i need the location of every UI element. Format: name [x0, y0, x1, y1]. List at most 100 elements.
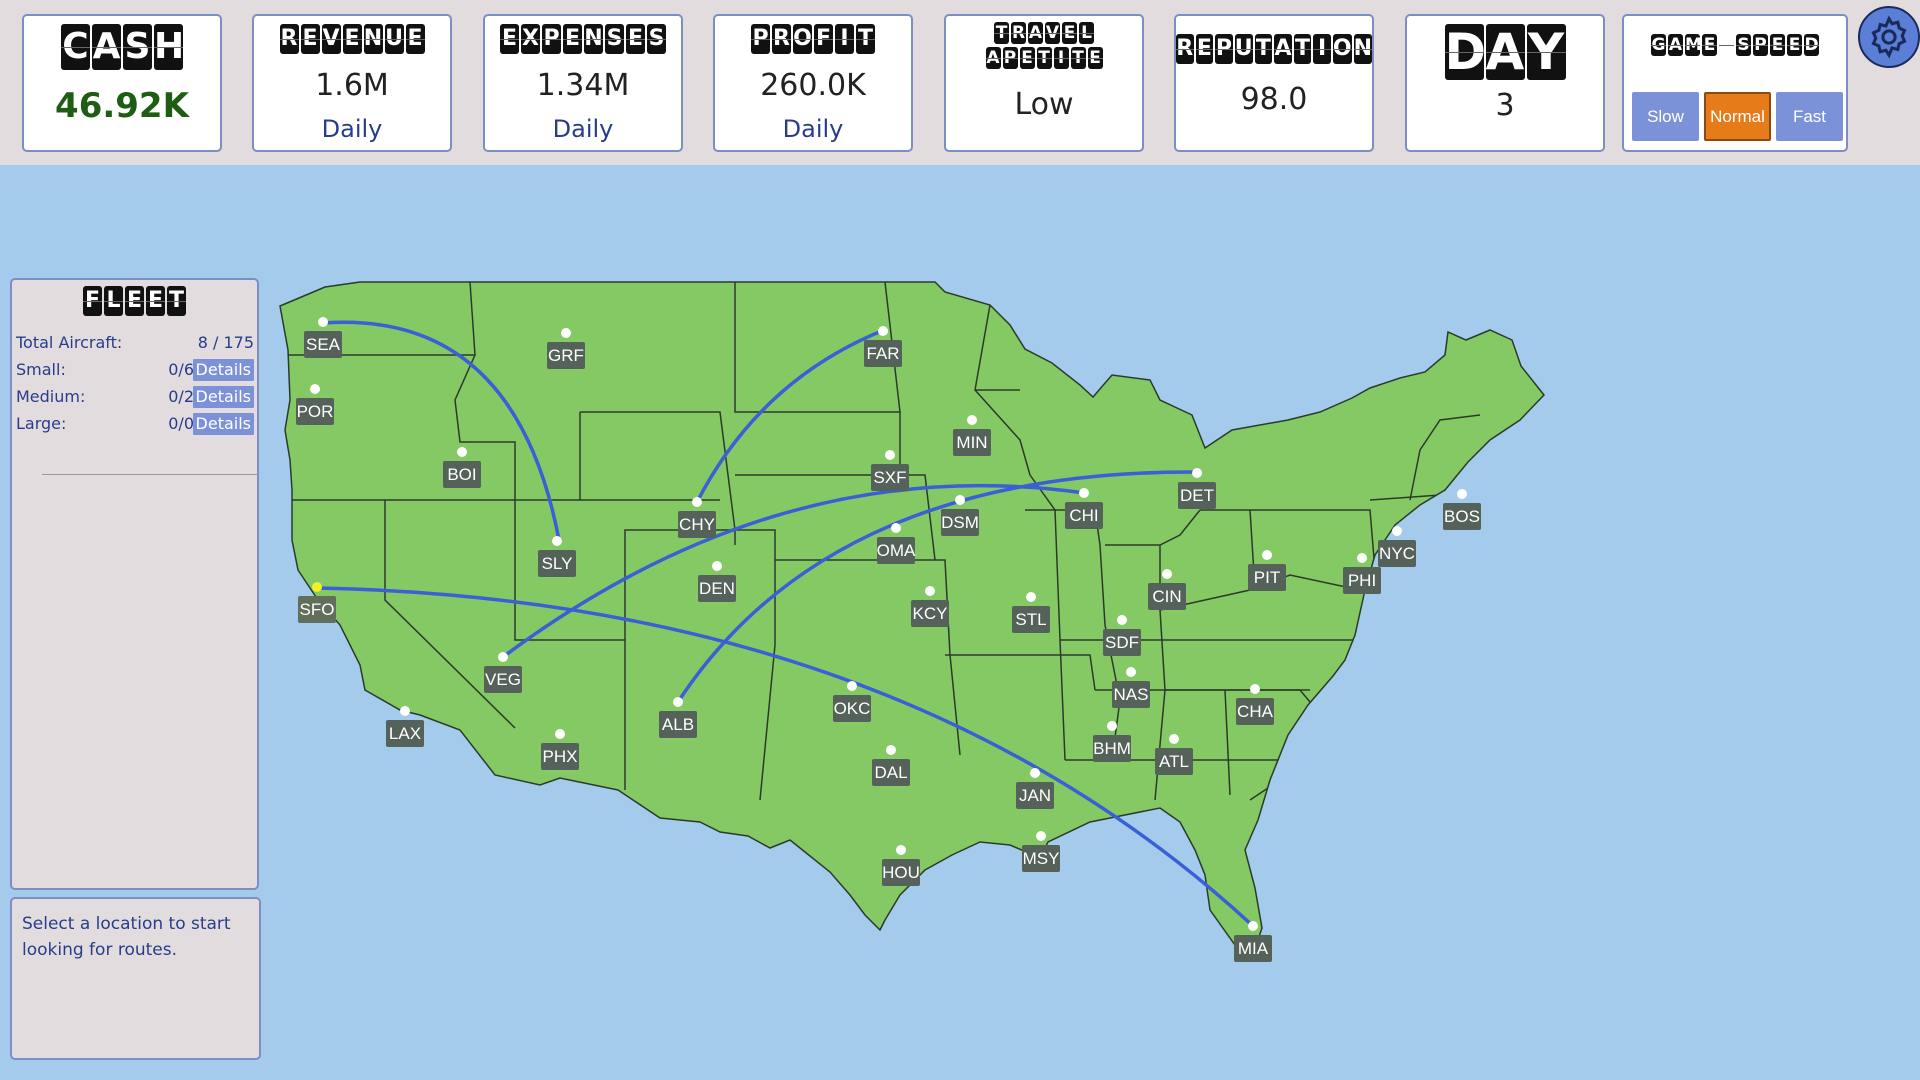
city-label[interactable]: PHX — [543, 747, 578, 766]
city-dot[interactable] — [673, 697, 683, 707]
city-label[interactable]: HOU — [882, 863, 920, 882]
city-label[interactable]: DET — [1180, 486, 1214, 505]
city-label[interactable]: MIN — [956, 433, 987, 452]
city-label[interactable]: POR — [297, 402, 334, 421]
flap-tile: N — [584, 24, 603, 54]
city-dot[interactable] — [498, 652, 508, 662]
flap-tile: D — [1804, 34, 1819, 56]
city-label[interactable]: OKC — [834, 699, 871, 718]
city-dot[interactable] — [896, 845, 906, 855]
city-dot[interactable] — [955, 495, 965, 505]
speed-normal-button[interactable]: Normal — [1704, 92, 1771, 141]
city-dot[interactable] — [692, 497, 702, 507]
us-route-map[interactable]: SEA POR BOI GRF FAR MIN SXF CHY SLY DSM OMA CHI DET B… — [0, 165, 1920, 1080]
fleet-small-details-button[interactable]: Details — [192, 359, 254, 381]
city-label[interactable]: VEG — [485, 670, 521, 689]
city-dot[interactable] — [1079, 488, 1089, 498]
speed-slow-button[interactable]: Slow — [1632, 92, 1699, 141]
city-label[interactable]: LAX — [389, 724, 421, 743]
city-dot[interactable] — [1162, 569, 1172, 579]
city-dot[interactable] — [555, 729, 565, 739]
city-label[interactable]: DEN — [699, 579, 735, 598]
city-dot[interactable] — [885, 450, 895, 460]
fleet-large-details-button[interactable]: Details — [192, 413, 254, 435]
city-dot[interactable] — [312, 582, 322, 592]
cash-title: CASH — [24, 24, 220, 70]
city-label[interactable]: BOI — [447, 465, 476, 484]
city-dot[interactable] — [1107, 721, 1117, 731]
city-label[interactable]: SXF — [873, 468, 906, 487]
city-label[interactable]: PIT — [1254, 568, 1280, 587]
flap-tile: V — [1045, 22, 1060, 44]
settings-button[interactable] — [1858, 6, 1920, 68]
flap-tile: A — [1274, 34, 1292, 64]
city-dot[interactable] — [1457, 489, 1467, 499]
city-label[interactable]: STL — [1015, 610, 1046, 629]
city-dot[interactable] — [1248, 921, 1258, 931]
city-dot[interactable] — [1250, 684, 1260, 694]
reputation-title: REPUTATION — [1175, 34, 1373, 64]
city-label[interactable]: BHM — [1093, 739, 1131, 758]
city-label[interactable]: MIA — [1238, 939, 1269, 958]
city-label[interactable]: PHI — [1348, 571, 1376, 590]
city-label[interactable]: JAN — [1019, 786, 1051, 805]
city-label[interactable]: DAL — [874, 763, 907, 782]
flap-tile: G — [1651, 34, 1666, 56]
city-label[interactable]: CHY — [679, 515, 715, 534]
game-speed-title: GAME SPEED — [1624, 34, 1846, 56]
city-dot[interactable] — [561, 328, 571, 338]
city-dot[interactable] — [1026, 592, 1036, 602]
profit-title: PROFIT — [715, 24, 911, 54]
city-dot[interactable] — [1192, 468, 1202, 478]
city-dot[interactable] — [712, 561, 722, 571]
city-dot[interactable] — [457, 447, 467, 457]
city-label[interactable]: BOS — [1444, 507, 1480, 526]
gear-icon — [1871, 15, 1907, 59]
city-label[interactable]: SFO — [300, 600, 335, 619]
city-bos[interactable]: BOS — [1443, 489, 1481, 530]
flap-tile: A — [1485, 23, 1525, 81]
city-label[interactable]: GRF — [548, 346, 584, 365]
city-label[interactable]: NYC — [1379, 544, 1415, 563]
city-label[interactable]: MSY — [1023, 849, 1060, 868]
city-label[interactable]: CIN — [1152, 587, 1181, 606]
city-dot[interactable] — [1117, 615, 1127, 625]
speed-fast-button[interactable]: Fast — [1776, 92, 1843, 141]
city-dot[interactable] — [847, 681, 857, 691]
city-dot[interactable] — [1126, 667, 1136, 677]
city-dot[interactable] — [310, 384, 320, 394]
city-dot[interactable] — [1030, 768, 1040, 778]
city-dot[interactable] — [891, 523, 901, 533]
city-label[interactable]: SDF — [1105, 633, 1139, 652]
city-dot[interactable] — [1036, 831, 1046, 841]
flap-tile: O — [1332, 34, 1352, 64]
city-label[interactable]: ALB — [662, 715, 694, 734]
city-label[interactable]: SLY — [542, 554, 573, 573]
city-label[interactable]: FAR — [866, 344, 899, 363]
travel-appetite-panel: TRAVEL APETITE Low — [944, 14, 1144, 152]
flap-tile: T — [167, 286, 186, 316]
city-dot[interactable] — [400, 706, 410, 716]
expenses-panel: EXPENSES 1.34M Daily — [483, 14, 683, 152]
city-dot[interactable] — [886, 745, 896, 755]
city-label[interactable]: ATL — [1159, 752, 1189, 771]
city-label[interactable]: CHA — [1237, 702, 1274, 721]
city-label[interactable]: CHI — [1069, 506, 1098, 525]
city-label[interactable]: SEA — [306, 335, 341, 354]
city-label[interactable]: OMA — [877, 541, 916, 560]
city-label[interactable]: KCY — [913, 604, 948, 623]
flap-tile: A — [1028, 22, 1043, 44]
city-dot[interactable] — [925, 586, 935, 596]
city-dot[interactable] — [967, 415, 977, 425]
fleet-medium-details-button[interactable]: Details — [192, 386, 254, 408]
city-dot[interactable] — [1357, 553, 1367, 563]
city-dot[interactable] — [1262, 550, 1272, 560]
city-dot[interactable] — [552, 536, 562, 546]
city-dot[interactable] — [878, 326, 888, 336]
city-dot[interactable] — [318, 317, 328, 327]
city-dot[interactable] — [1169, 734, 1179, 744]
city-label[interactable]: DSM — [941, 513, 979, 532]
city-label[interactable]: NAS — [1114, 685, 1149, 704]
city-dot[interactable] — [1392, 526, 1402, 536]
profit-value: 260.0K — [760, 68, 866, 103]
